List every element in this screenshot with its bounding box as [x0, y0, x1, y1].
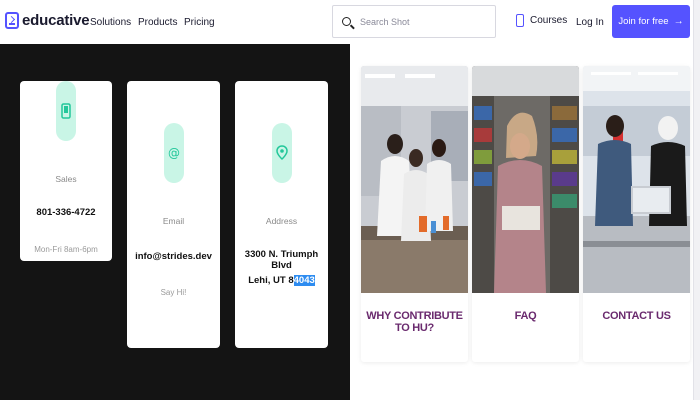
contact-section: Sales 801-336-4722 Mon-Fri 8am-6pm @ Ema…	[0, 44, 350, 400]
scrollbar[interactable]	[693, 0, 700, 400]
contact-us-card[interactable]: CONTACT US	[583, 66, 690, 362]
sales-phone[interactable]: 801-336-4722	[20, 207, 112, 218]
search-icon	[342, 17, 351, 26]
search-placeholder: Search Shot	[360, 16, 410, 27]
device-icon	[516, 14, 524, 27]
address-line2: Lehi, UT 84043	[235, 275, 328, 286]
students-laptop-photo	[583, 66, 690, 293]
educative-logo[interactable]: educative	[5, 12, 90, 29]
address-line2-text: Lehi, UT 8	[248, 275, 294, 286]
email-sub: Say Hi!	[160, 288, 187, 297]
selected-zip-text: 4043	[293, 275, 315, 286]
sales-hours: Mon-Fri 8am-6pm	[34, 245, 98, 254]
faq-label: FAQ	[514, 310, 537, 322]
search-input[interactable]: Search Shot	[332, 5, 496, 38]
at-icon: @	[163, 123, 184, 183]
location-pin-icon	[271, 123, 292, 183]
courses-label: Courses	[530, 15, 568, 26]
join-label: Join for free	[618, 16, 669, 27]
courses-link[interactable]: Courses	[516, 14, 567, 27]
faq-card[interactable]: FAQ	[472, 66, 579, 362]
terminal-logo-icon	[5, 12, 19, 29]
address-line1: 3300 N. Triumph Blvd	[244, 249, 319, 271]
lab-students-photo	[361, 66, 468, 293]
why-contribute-label: WHY CONTRIBUTE TO HU?	[366, 310, 463, 334]
nav-solutions-link[interactable]: Solutions	[90, 17, 131, 28]
email-address[interactable]: info@strides.dev	[127, 251, 220, 262]
nav-pricing-link[interactable]: Pricing	[184, 17, 215, 28]
address-card: Address 3300 N. Triumph Blvd Lehi, UT 84…	[235, 81, 328, 348]
login-link[interactable]: Log In	[576, 17, 604, 28]
sales-label: Sales	[55, 174, 77, 184]
arrow-right-icon: →	[673, 16, 684, 27]
contact-us-label: CONTACT US	[602, 310, 671, 322]
email-card: @ Email info@strides.dev Say Hi!	[127, 81, 220, 348]
library-reader-photo	[472, 66, 579, 293]
logo-text: educative	[22, 12, 90, 29]
top-navbar: educative Solutions Products Pricing Sea…	[0, 0, 700, 44]
why-contribute-card[interactable]: WHY CONTRIBUTE TO HU?	[361, 66, 468, 362]
sales-card: Sales 801-336-4722 Mon-Fri 8am-6pm	[20, 81, 112, 261]
svg-text:@: @	[168, 147, 180, 159]
nav-products-link[interactable]: Products	[138, 17, 177, 28]
phone-icon	[56, 81, 76, 141]
email-label: Email	[162, 216, 185, 226]
address-label: Address	[265, 216, 298, 226]
join-for-free-button[interactable]: Join for free →	[612, 5, 690, 38]
